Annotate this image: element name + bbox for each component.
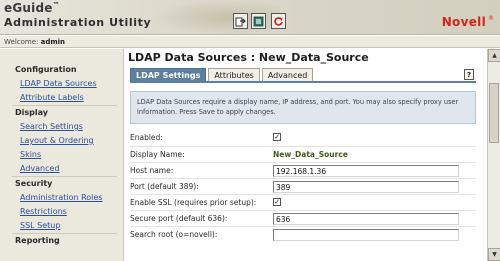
search-root-label: Search root (o=novell): (130, 230, 218, 239)
sidebar-item-ssl-setup[interactable]: SSL Setup (0, 219, 123, 233)
form-row-display-name: Display Name: New_Data_Source (130, 146, 476, 162)
form-row-ssl: Enable SSL (requires prior setup): ✓ (130, 194, 476, 210)
sidebar-item-restrictions[interactable]: Restrictions (0, 205, 123, 219)
form-row-enabled: Enabled: ✓ (130, 130, 476, 146)
sidebar-item-skins[interactable]: Skins (0, 148, 123, 162)
tab-attributes[interactable]: Attributes (208, 68, 260, 81)
host-name-label: Host name: (130, 166, 174, 175)
sidebar: Configuration LDAP Data Sources Attribut… (0, 49, 124, 261)
scrollbar-thumb[interactable] (489, 83, 499, 143)
sidebar-item-attribute-labels[interactable]: Attribute Labels (0, 91, 123, 105)
enabled-checkbox[interactable]: ✓ (273, 133, 281, 141)
form-row-secure-port: Secure port (default 636): (130, 210, 476, 226)
sidebar-heading-configuration: Configuration (15, 65, 77, 74)
app-header: eGuide™ Administration Utility Novell ® (0, 0, 500, 35)
main-panel: LDAP Data Sources : New_Data_Source LDAP… (125, 49, 500, 261)
enable-ssl-label: Enable SSL (requires prior setup): (130, 198, 257, 207)
export-button[interactable] (233, 13, 248, 29)
sidebar-item-layout-ordering[interactable]: Layout & Ordering (0, 134, 123, 148)
enable-ssl-checkbox[interactable]: ✓ (273, 198, 281, 206)
novell-trademark: ® (488, 15, 494, 22)
enabled-label: Enabled: (130, 133, 163, 142)
sidebar-item-administration-roles[interactable]: Administration Roles (0, 191, 123, 205)
page-title: LDAP Data Sources : New_Data_Source (128, 51, 369, 64)
info-message: LDAP Data Sources require a display name… (130, 91, 476, 124)
sidebar-heading-display: Display (15, 108, 48, 117)
tab-ldap-settings[interactable]: LDAP Settings (130, 68, 207, 81)
sidebar-item-ldap-data-sources[interactable]: LDAP Data Sources (0, 77, 123, 91)
refresh-icon (274, 16, 283, 26)
sidebar-item-advanced[interactable]: Advanced (0, 162, 123, 176)
app-title: eGuide™ (4, 1, 60, 15)
port-field[interactable] (273, 181, 459, 193)
display-name-label: Display Name: (130, 150, 185, 159)
document-icon (253, 16, 264, 26)
vertical-scrollbar[interactable]: ▲ ▼ (487, 49, 500, 261)
form-row-port: Port (default 389): (130, 178, 476, 194)
sidebar-item-search-settings[interactable]: Search Settings (0, 120, 123, 134)
form-row-search-root: Search root (o=novell): (130, 226, 476, 242)
secure-port-field[interactable] (273, 213, 459, 225)
search-root-field[interactable] (273, 229, 459, 241)
scroll-down-icon[interactable]: ▼ (488, 248, 500, 261)
sidebar-heading-security: Security (15, 179, 53, 188)
welcome-label: Welcome: (4, 38, 39, 46)
tab-bar: LDAP Settings Attributes Advanced (130, 68, 315, 81)
tab-advanced[interactable]: Advanced (261, 68, 314, 81)
form-row-host: Host name: (130, 162, 476, 178)
document-button[interactable] (251, 13, 266, 29)
help-icon[interactable]: ? (464, 69, 474, 80)
scroll-up-icon[interactable]: ▲ (488, 49, 500, 62)
host-name-field[interactable] (273, 165, 459, 177)
secure-port-label: Secure port (default 636): (130, 214, 228, 223)
novell-logo: Novell (441, 15, 486, 29)
export-icon (235, 17, 246, 26)
sidebar-heading-reporting: Reporting (15, 236, 60, 245)
ldap-settings-form: Enabled: ✓ Display Name: New_Data_Source… (130, 130, 476, 242)
port-label: Port (default 389): (130, 182, 199, 191)
app-subtitle: Administration Utility (4, 16, 152, 29)
refresh-button[interactable] (271, 13, 286, 29)
welcome-bar: Welcome: admin (0, 36, 500, 48)
form-area: LDAP Data Sources require a display name… (130, 85, 476, 261)
display-name-value: New_Data_Source (273, 150, 348, 159)
tab-underline (130, 81, 476, 83)
welcome-user: admin (40, 38, 66, 46)
